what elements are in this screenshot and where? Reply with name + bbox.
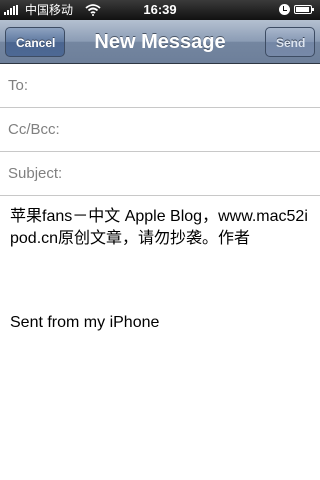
lock-rotation-icon <box>279 4 290 15</box>
send-button[interactable]: Send <box>265 27 315 57</box>
to-field[interactable]: To: <box>0 64 320 108</box>
cc-bcc-input[interactable] <box>70 108 312 151</box>
battery-icon <box>294 5 314 14</box>
navigation-bar: Cancel New Message Send <box>0 20 320 64</box>
status-bar: 中国移动 16:39 <box>0 0 320 20</box>
cc-bcc-field[interactable]: Cc/Bcc: <box>0 108 320 152</box>
subject-label: Subject: <box>8 165 63 182</box>
to-input[interactable] <box>70 64 312 107</box>
subject-input[interactable] <box>70 152 312 195</box>
cc-bcc-label: Cc/Bcc: <box>8 121 60 138</box>
message-body[interactable]: 苹果fans－中文 Apple Blog，www.mac52ipod.cn原创文… <box>0 196 320 480</box>
page-title: New Message <box>94 31 226 53</box>
compose-screen: 中国移动 16:39 Cancel New Message Send To: C… <box>0 0 320 480</box>
to-label: To: <box>8 77 29 94</box>
status-time: 16:39 <box>143 2 177 17</box>
signature-text[interactable]: Sent from my iPhone <box>10 312 159 334</box>
message-body-text[interactable]: 苹果fans－中文 Apple Blog，www.mac52ipod.cn原创文… <box>10 206 310 250</box>
cancel-button[interactable]: Cancel <box>5 27 65 57</box>
subject-field[interactable]: Subject: <box>0 152 320 196</box>
